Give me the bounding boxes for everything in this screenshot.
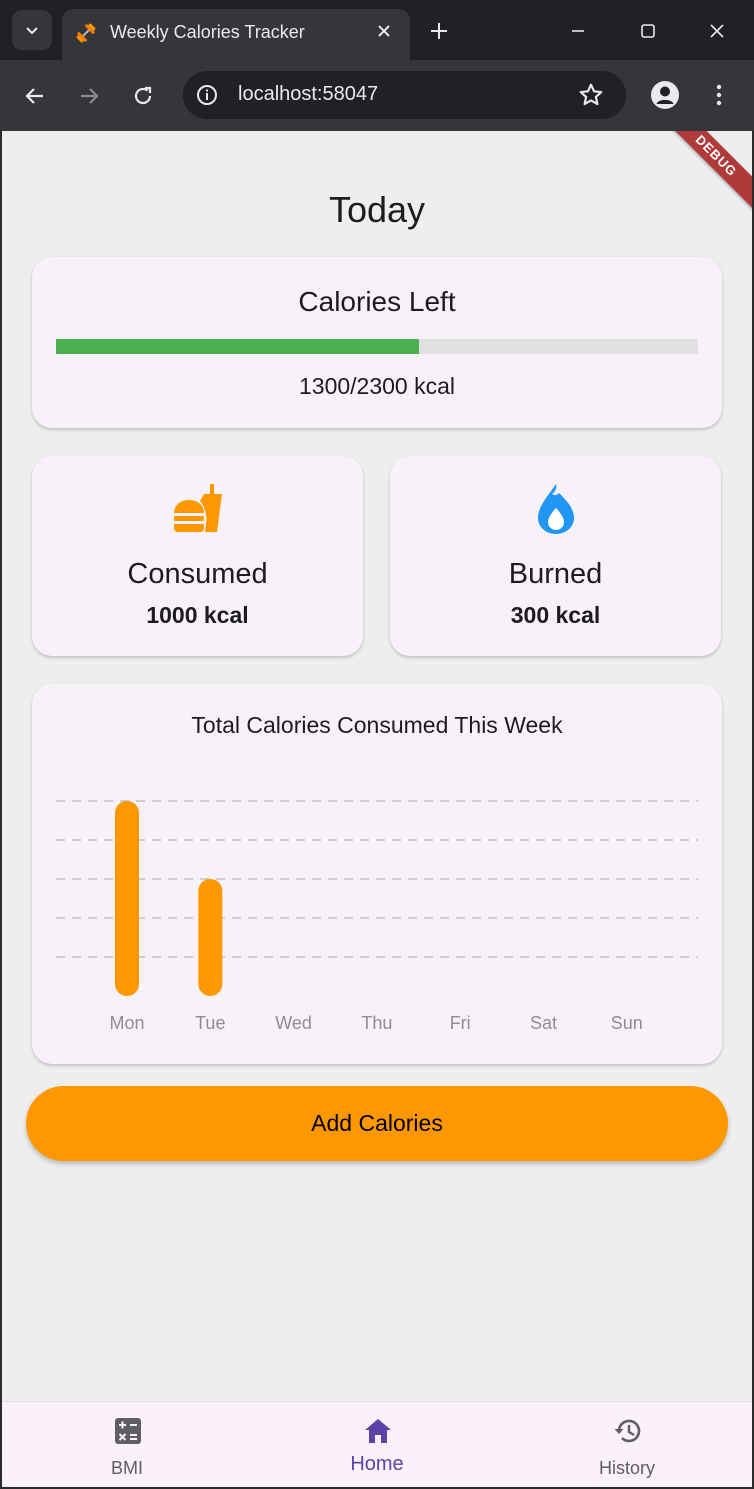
nav-label-history: History [598,1458,655,1478]
chevron-down-icon [26,27,38,35]
calories-left-title: Calories Left [298,286,456,317]
nav-item-history[interactable]: History [502,1402,752,1487]
minimize-icon [572,30,584,32]
reload-icon [134,86,152,105]
tab-strip: Weekly Calories Tracker [0,0,754,60]
history-icon [614,1419,641,1443]
chart-bar-tue [198,879,223,996]
chart-bar-mon [115,801,139,996]
profile-button[interactable] [648,78,682,112]
weekly-chart-card: Total Calories Consumed This Week Mon Tue… [32,684,722,1064]
app-viewport: DEBUG Today Calories Left 1300/2300 kcal… [2,131,752,1487]
nav-item-home[interactable]: Home [252,1402,502,1487]
calculator-icon [115,1418,141,1444]
home-icon [365,1419,391,1443]
calories-progress-fill [56,339,419,354]
browser-tab[interactable]: Weekly Calories Tracker [62,9,410,60]
back-button[interactable] [18,79,52,113]
window-close-button[interactable] [700,14,734,48]
burned-label: Burned [508,558,603,590]
chart-tick-label: Sat [530,1013,557,1033]
maximize-button[interactable] [631,14,665,48]
chart-tick-label: Mon [109,1013,144,1033]
close-icon [378,25,390,37]
reload-button[interactable] [126,79,160,113]
calories-left-card: Calories Left 1300/2300 kcal [32,257,722,428]
nav-item-bmi[interactable]: BMI [2,1402,252,1487]
tab-close-button[interactable] [372,19,396,43]
maximize-icon [641,24,655,38]
bottom-navigation: BMI Home History [2,1401,752,1487]
nav-label-bmi: BMI [110,1458,143,1478]
browser-chrome: Weekly Calories Tracker localhost:58047 [0,0,754,131]
plus-icon [431,23,447,39]
local-fire-icon [538,484,574,534]
chart-tick-label: Thu [361,1013,392,1033]
account-icon [651,81,679,109]
chart-tick-label: Wed [275,1013,312,1033]
nav-label-home: Home [350,1453,404,1475]
page-title: Today [328,189,426,230]
chart-tick-label: Tue [195,1013,225,1033]
consumed-label: Consumed [127,558,268,590]
weekly-calories-chart: Mon Tue Wed Thu Fri Sat Sun [56,800,698,1033]
arrow-left-icon [25,88,43,104]
chart-tick-label: Fri [450,1013,471,1033]
info-icon[interactable] [195,83,219,107]
tab-title: Weekly Calories Tracker [110,22,305,42]
more-vert-icon [716,84,722,106]
minimize-button[interactable] [561,14,595,48]
burned-value: 300 kcal [510,602,601,628]
arrow-right-icon [81,88,99,104]
fastfood-icon [174,484,222,532]
calories-left-value: 1300/2300 kcal [298,373,455,399]
add-calories-button[interactable]: Add Calories [26,1086,728,1161]
burned-card: Burned 300 kcal [390,456,721,656]
star-icon[interactable] [578,82,604,108]
new-tab-button[interactable] [424,16,454,46]
calories-progress-bar [56,339,698,354]
consumed-card: Consumed 1000 kcal [32,456,363,656]
tab-search-button[interactable] [12,10,52,50]
close-icon [710,24,724,38]
url-text: localhost:58047 [238,83,379,105]
consumed-value: 1000 kcal [146,602,249,628]
dumbbell-icon [76,23,96,43]
chart-tick-label: Sun [611,1013,643,1033]
address-bar[interactable]: localhost:58047 [183,71,626,119]
browser-toolbar: localhost:58047 [0,60,754,131]
forward-button[interactable] [72,79,106,113]
browser-menu-button[interactable] [702,78,736,112]
